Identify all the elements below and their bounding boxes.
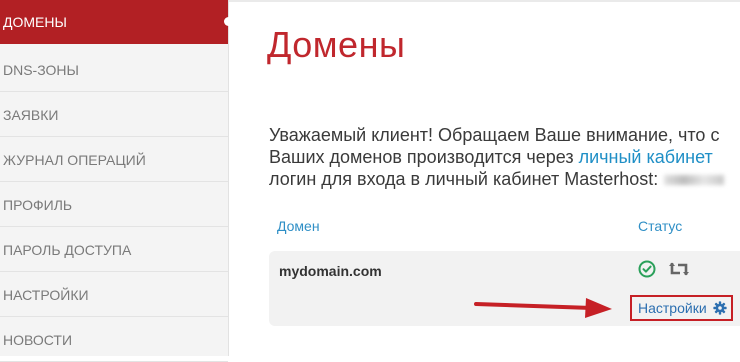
sidebar-item-label: НАСТРОЙКИ	[3, 287, 89, 303]
sidebar-item-settings[interactable]: НАСТРОЙКИ	[0, 273, 228, 317]
sidebar-item-dns-zones[interactable]: DNS-ЗОНЫ	[0, 48, 228, 92]
check-circle-icon	[638, 260, 656, 278]
page-title: Домены	[267, 24, 406, 65]
column-header-domain: Домен	[277, 218, 320, 234]
sidebar-item-label: ПАРОЛЬ ДОСТУПА	[3, 242, 132, 258]
sidebar-item-profile[interactable]: ПРОФИЛЬ	[0, 183, 228, 227]
domain-name: mydomain.com	[279, 263, 382, 279]
sidebar-item-requests[interactable]: ЗАЯВКИ	[0, 93, 228, 137]
retweet-icon[interactable]	[668, 259, 690, 279]
notice-line-3: логин для входа в личный кабинет Masterh…	[269, 168, 740, 190]
notice-line-3-text: логин для входа в личный кабинет Masterh…	[269, 169, 659, 189]
notice-line-2: Ваших доменов производится через личный …	[269, 146, 740, 168]
sidebar-item-label: ПРОФИЛЬ	[3, 197, 73, 213]
redacted-login	[664, 175, 725, 186]
top-divider	[229, 0, 740, 2]
settings-link[interactable]: Настройки	[630, 295, 733, 321]
personal-cabinet-link[interactable]: личный кабинет	[579, 147, 713, 167]
gear-icon	[712, 301, 727, 315]
sidebar-item-label: ЖУРНАЛ ОПЕРАЦИЙ	[3, 152, 146, 168]
notice-line-2-text: Ваших доменов производится через	[269, 147, 579, 167]
column-header-status: Статус	[638, 218, 683, 234]
sidebar: ДОМЕНЫ DNS-ЗОНЫ ЗАЯВКИ ЖУРНАЛ ОПЕРАЦИЙ П…	[0, 0, 233, 362]
sidebar-item-label: DNS-ЗОНЫ	[3, 62, 79, 78]
sidebar-item-news[interactable]: НОВОСТИ	[0, 318, 228, 362]
sidebar-item-label: ДОМЕНЫ	[3, 14, 67, 30]
notice-line-1: Уважаемый клиент! Обращаем Ваше внимание…	[269, 125, 720, 145]
red-arrow-icon	[474, 298, 612, 318]
settings-label: Настройки	[638, 300, 707, 316]
notice-text: Уважаемый клиент! Обращаем Ваше внимание…	[269, 124, 740, 190]
sidebar-item-operations-log[interactable]: ЖУРНАЛ ОПЕРАЦИЙ	[0, 138, 228, 182]
sidebar-item-domains[interactable]: ДОМЕНЫ	[0, 0, 233, 44]
sidebar-item-access-password[interactable]: ПАРОЛЬ ДОСТУПА	[0, 228, 228, 272]
sidebar-item-label: ЗАЯВКИ	[3, 107, 59, 123]
sidebar-item-label: НОВОСТИ	[3, 332, 73, 348]
